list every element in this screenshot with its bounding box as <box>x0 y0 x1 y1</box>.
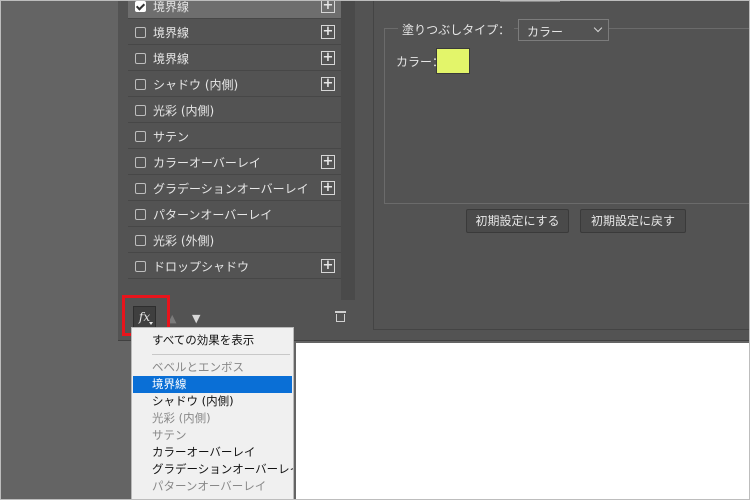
style-checkbox[interactable] <box>135 183 146 194</box>
fill-type-select[interactable]: カラー <box>518 19 609 41</box>
fill-type-label: 塗りつぶしタイプ： <box>398 21 515 38</box>
menu-item[interactable]: カラーオーバーレイ <box>133 444 292 461</box>
trash-icon[interactable] <box>335 310 346 322</box>
reset-default-button[interactable]: 初期設定に戻す <box>580 209 686 233</box>
fx-dropdown-menu: すべての効果を表示 ベベルとエンボス 境界線 シャドウ (内側) 光彩 (内側) サテン… <box>131 327 294 500</box>
menu-item[interactable]: 光彩 (内側) <box>133 410 292 427</box>
add-effect-icon[interactable]: + <box>321 25 335 39</box>
partial-control <box>500 0 560 2</box>
style-checkbox[interactable] <box>135 27 146 38</box>
fill-type-value: カラー <box>527 25 564 39</box>
add-effect-icon[interactable]: + <box>321 0 335 13</box>
style-checkbox[interactable] <box>135 1 146 12</box>
style-row-label: カラーオーバーレイ <box>153 156 261 170</box>
style-row-label: サテン <box>153 130 190 144</box>
menu-item[interactable]: グラデーションオーバーレイ <box>133 461 293 478</box>
style-row[interactable]: グラデーションオーバーレイ + <box>128 176 341 201</box>
style-row[interactable]: カラーオーバーレイ + <box>128 150 341 175</box>
add-effect-icon[interactable]: + <box>321 259 335 273</box>
style-row[interactable]: シャドウ (内側) + <box>128 72 341 97</box>
style-checkbox[interactable] <box>135 131 146 142</box>
style-checkbox[interactable] <box>135 235 146 246</box>
menu-item-show-all[interactable]: すべての効果を表示 <box>133 332 292 349</box>
add-effect-icon[interactable]: + <box>321 181 335 195</box>
style-row-label: 境界線 <box>153 0 190 14</box>
style-row-label: パターンオーバーレイ <box>153 208 273 222</box>
style-row[interactable]: 境界線 + <box>128 46 341 71</box>
style-row[interactable]: サテン <box>128 124 341 149</box>
style-row[interactable]: ドロップシャドウ + <box>128 254 341 279</box>
styles-list-scrollbar[interactable] <box>341 0 355 300</box>
style-row-label: 境界線 <box>153 26 190 40</box>
menu-item[interactable]: パターンオーバーレイ <box>133 478 292 495</box>
style-checkbox[interactable] <box>135 157 146 168</box>
style-row-label: 光彩 (外側) <box>153 234 215 248</box>
style-checkbox[interactable] <box>135 105 146 116</box>
style-checkbox[interactable] <box>135 53 146 64</box>
menu-item[interactable]: 境界線 <box>133 376 292 393</box>
style-checkbox[interactable] <box>135 209 146 220</box>
canvas-area <box>296 343 750 500</box>
style-checkbox[interactable] <box>135 79 146 90</box>
color-swatch[interactable] <box>436 48 470 74</box>
add-effect-icon[interactable]: + <box>321 77 335 91</box>
style-row[interactable]: 境界線 + <box>128 0 341 19</box>
style-row[interactable]: 境界線 + <box>128 20 341 45</box>
menu-item[interactable]: ベベルとエンボス <box>133 359 292 376</box>
style-checkbox[interactable] <box>135 261 146 272</box>
menu-item[interactable]: サテン <box>133 427 292 444</box>
style-row[interactable]: パターンオーバーレイ <box>128 202 341 227</box>
style-row-label: ドロップシャドウ <box>153 260 250 274</box>
move-down-icon[interactable]: ▼ <box>192 312 200 325</box>
style-row-label: シャドウ (内側) <box>153 78 239 92</box>
style-row[interactable]: 光彩 (内側) <box>128 98 341 123</box>
style-row[interactable]: 光彩 (外側) <box>128 228 341 253</box>
chevron-down-icon <box>593 23 603 33</box>
styles-list: 境界線 + 境界線 + 境界線 + シャドウ (内側) + 光彩 (内側) サテンカラーオーバーレ… <box>128 0 341 284</box>
add-effect-icon[interactable]: + <box>321 155 335 169</box>
add-effect-icon[interactable]: + <box>321 51 335 65</box>
style-row-label: 光彩 (内側) <box>153 104 215 118</box>
menu-separator <box>152 354 290 355</box>
menu-item[interactable]: シャドウ (内側) <box>133 393 292 410</box>
style-row-label: 境界線 <box>153 52 190 66</box>
style-row-label: グラデーションオーバーレイ <box>153 182 309 196</box>
set-default-button[interactable]: 初期設定にする <box>466 209 569 233</box>
